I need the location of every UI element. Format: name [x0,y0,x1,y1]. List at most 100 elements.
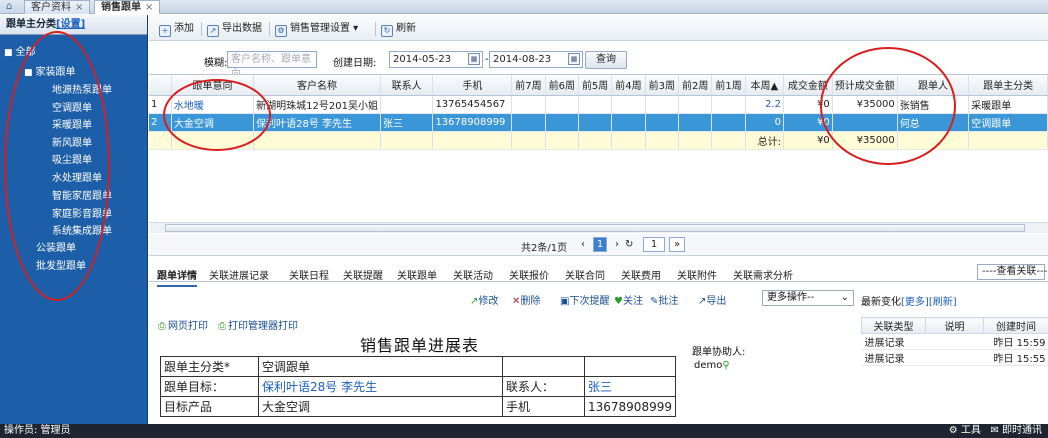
heart-icon: ♥ [614,296,623,307]
calendar-icon[interactable]: ▦ [568,53,580,65]
intent-link[interactable]: 水地暖 [171,95,255,114]
column-header[interactable]: 客户名称 [253,75,381,96]
column-header[interactable]: 跟单人 [897,75,970,96]
more-link[interactable]: [更多] [901,297,929,308]
column-header[interactable]: 联系人 [380,75,434,96]
table-row[interactable]: 1 水地暖 新湖明珠城12号201吴小姐 13765454567 2.2 ¥0 … [149,95,1048,114]
column-header[interactable]: 前7周 [511,75,546,96]
tab-activity[interactable]: 关联活动 [453,267,493,282]
next-reminder-button[interactable]: ▣下次提醒 [560,292,609,307]
sidebar-item-vacuum[interactable]: 吸尘跟单 [52,151,92,166]
prev-page-icon[interactable]: ‹ [581,239,585,250]
refresh-link[interactable]: [刷新] [929,297,957,308]
tab-schedule[interactable]: 关联日程 [289,267,329,282]
column-header[interactable]: 前3周 [645,75,680,96]
tab-related-follow[interactable]: 关联跟单 [397,267,437,282]
export-data-button[interactable]: ↗ 导出数据 [207,21,262,37]
list-item[interactable]: 进展记录 昨日 15:59 [861,333,1048,350]
sidebar-item-all[interactable]: ■ 全部 [4,43,36,58]
export-button[interactable]: ↗导出 [698,292,726,307]
sidebar-item-home[interactable]: ■ 家装跟单 [24,63,76,78]
sidebar-item-heating[interactable]: 采暖跟单 [52,116,92,131]
column-header[interactable]: 前4周 [611,75,646,96]
assistant-value: demo⚲ [694,360,730,371]
query-button[interactable]: 查询 [585,51,627,69]
home-icon[interactable]: ⌂ [6,1,18,12]
report-table: 跟单主分类* 空调跟单 跟单目标： 保利叶语28号 李先生 联系人： 张三 目标… [160,356,676,417]
column-header[interactable]: 前5周 [578,75,613,96]
sidebar-item-smart-home[interactable]: 智能家居跟单 [52,187,112,202]
toolbar-divider [375,22,376,36]
goto-page-input[interactable]: 1 [643,237,665,252]
column-header[interactable]: 预计成交金额 [832,75,898,96]
column-header[interactable]: 前6周 [545,75,579,96]
table-row[interactable]: 2 大金空调 保利叶语28号 李先生 张三 13678908999 0 ¥0 何… [149,113,1048,132]
edit-button[interactable]: ↗修改 [470,292,498,307]
sidebar-item-wholesale[interactable]: 批发型跟单 [36,257,86,272]
column-header[interactable]: 手机 [432,75,513,96]
close-icon[interactable]: × [75,2,83,13]
detail-tabs: 跟单详情 关联进展记录 关联日程 关联提醒 关联跟单 关联活动 关联报价 关联合… [149,262,1048,287]
calendar-icon[interactable]: ▦ [468,53,480,65]
toolbar: + 添加 ↗ 导出数据 ⚙ 销售管理设置 ▾ ↻ 刷新 [149,15,1048,41]
delete-button[interactable]: ✕删除 [512,292,540,307]
tab-detail[interactable]: 跟单详情 [157,267,197,287]
column-header[interactable]: 跟单主分类 [968,75,1048,96]
tab-attachment[interactable]: 关联附件 [677,267,717,282]
scrollbar-thumb[interactable] [165,224,1025,232]
sidebar-item-fresh-air[interactable]: 新风跟单 [52,134,92,149]
manager-print-button[interactable]: ⎙ 打印管理器打印 [218,317,298,332]
chat-icon: ✉ [990,425,1002,436]
tab-progress[interactable]: 关联进展记录 [209,267,269,282]
column-header[interactable]: 跟单意向 [171,75,255,96]
add-button[interactable]: + 添加 [159,21,194,37]
tab-quote[interactable]: 关联报价 [509,267,549,282]
refresh-icon[interactable]: ↻ [625,239,633,250]
date-from-input[interactable]: 2014-05-23 ▦ [389,51,483,68]
sidebar-item-system[interactable]: 系统集成跟单 [52,222,112,237]
go-icon[interactable]: » [669,237,685,252]
keyword-input[interactable]: 客户名称、跟单意向 [227,51,317,80]
tools-button[interactable]: 工具 [961,425,981,436]
web-print-button[interactable]: ⎙ 网页打印 [158,317,208,332]
sidebar-settings-link[interactable]: [设置] [56,19,85,30]
sidebar-item-home-av[interactable]: 家庭影音跟单 [52,205,112,220]
toolbar-divider [269,22,270,36]
total-row: 总计: ¥0 ¥35000 [149,131,1048,150]
search-bar: 模糊: 客户名称、跟单意向 创建日期: 2014-05-23▦ - 2014-0… [149,42,1048,80]
tab-expense[interactable]: 关联费用 [621,267,661,282]
sidebar-item-ac[interactable]: 空调跟单 [52,99,92,114]
operator-label: 操作员: 管理员 [4,425,71,436]
refresh-button[interactable]: ↻ 刷新 [381,21,416,37]
date-to-input[interactable]: 2014-08-23 ▦ [489,51,583,68]
list-item[interactable]: 进展记录 昨日 15:55 [861,349,1048,366]
keyword-label: 模糊: [204,58,228,69]
tab-customer[interactable]: 客户资料 × [24,0,91,14]
sales-follow-grid: 跟单意向 客户名称 联系人 手机 前7周 前6周 前5周 前4周 前3周 前2周… [149,47,1048,230]
column-header[interactable]: 本周▲ [745,75,785,96]
page-number[interactable]: 1 [593,237,607,252]
annotate-button[interactable]: ✎批注 [650,292,678,307]
intent-link[interactable]: 大金空调 [171,113,255,132]
view-related-select[interactable]: ----查看关联--- [977,264,1047,280]
tab-reminder[interactable]: 关联提醒 [343,267,383,282]
report-title: 销售跟单进展表 [360,336,480,355]
sales-settings-button[interactable]: ⚙ 销售管理设置 ▾ [275,21,358,37]
instant-message-button[interactable]: 即时通讯 [1002,425,1042,436]
column-header[interactable]: 前1周 [711,75,746,96]
column-header[interactable]: 前2周 [678,75,713,96]
user-add-icon[interactable]: ⚲ [722,360,729,371]
sidebar-item-water[interactable]: 水处理跟单 [52,169,102,184]
follow-button[interactable]: ♥关注 [614,292,643,307]
column-header[interactable]: 成交金额 [783,75,833,96]
column-header[interactable] [149,75,172,96]
sidebar-item-geothermal[interactable]: 地源热泵跟单 [52,81,112,96]
close-icon[interactable]: × [145,2,153,13]
next-page-icon[interactable]: › [615,239,619,250]
more-actions-select[interactable]: 更多操作-- ⌄ [762,290,854,306]
tab-sales-follow[interactable]: 销售跟单 × [94,0,161,14]
tab-requirement[interactable]: 关联需求分析 [733,267,793,282]
tab-contract[interactable]: 关联合同 [565,267,605,282]
horizontal-scrollbar[interactable] [149,222,1048,233]
sidebar-item-commercial[interactable]: 公装跟单 [36,239,76,254]
